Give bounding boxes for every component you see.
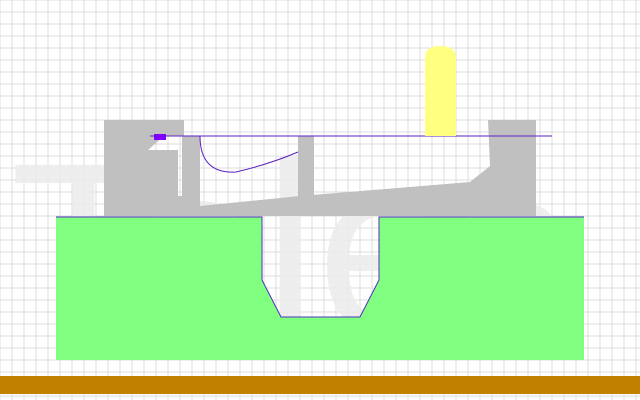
- game-canvas[interactable]: Tales: [0, 0, 640, 400]
- purple-gem-icon[interactable]: [154, 134, 166, 140]
- player-capsule-character-icon[interactable]: [425, 46, 456, 136]
- floor-strip: [0, 376, 640, 394]
- stone-arch-left: [104, 120, 184, 216]
